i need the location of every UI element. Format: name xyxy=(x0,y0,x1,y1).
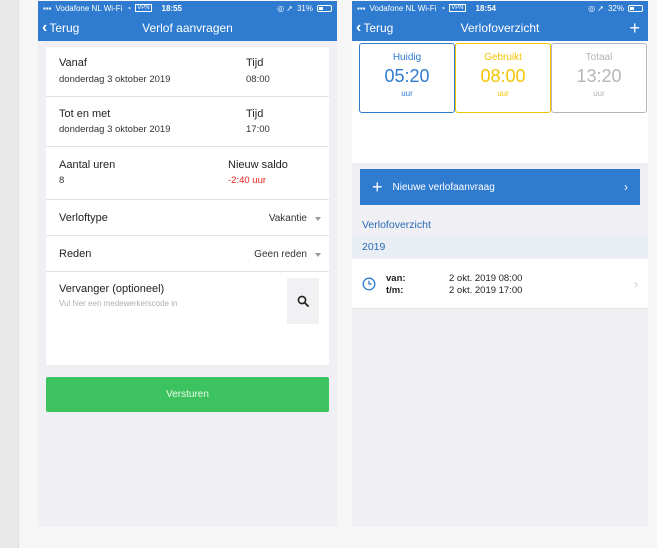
from-date: donderdag 3 oktober 2019 xyxy=(59,74,171,85)
back-label: Terug xyxy=(49,21,80,35)
year-header: 2019 xyxy=(352,236,648,258)
reason-value: Geen reden xyxy=(254,249,307,260)
counter-unit: uur xyxy=(497,89,509,98)
signal-icon: ▪▪▪ xyxy=(357,3,366,13)
from-value: 2 okt. 2019 08:00 xyxy=(449,273,523,284)
submit-button[interactable]: Versturen xyxy=(46,377,329,412)
leave-entry[interactable]: van: 2 okt. 2019 08:00 t/m: 2 okt. 2019 … xyxy=(352,259,648,309)
clock: 18:54 xyxy=(475,3,497,13)
substitute-label: Vervanger (optioneel) xyxy=(59,283,165,295)
hours-label: Aantal uren xyxy=(59,159,116,171)
caret-down-icon xyxy=(315,217,321,221)
signal-icon: ▪▪▪ xyxy=(43,3,52,13)
chevron-right-icon: › xyxy=(634,277,638,291)
counter-unit: uur xyxy=(593,89,605,98)
new-leave-request-label: Nieuwe verlofaanvraag xyxy=(392,181,495,193)
until-value: 2 okt. 2019 17:00 xyxy=(449,285,523,296)
page-title: Verlof aanvragen xyxy=(142,21,233,35)
leave-overview-screen: ▪▪▪ Vodafone NL Wi-Fi ◔ VPN 18:54 ◎ ➚ 32… xyxy=(352,1,648,527)
leave-type-select[interactable]: Verloftype Vakantie xyxy=(46,200,329,236)
counter-value: 08:00 xyxy=(480,66,526,86)
add-button[interactable]: + xyxy=(629,19,640,37)
leave-request-screen: ▪▪▪ Vodafone NL Wi-Fi ◔ VPN 18:55 ◎ ➚ 31… xyxy=(38,1,337,527)
back-label: Terug xyxy=(363,21,394,35)
reason-select[interactable]: Reden Geen reden xyxy=(46,236,329,272)
new-balance-value: -2:40 uur xyxy=(228,175,267,186)
caret-down-icon xyxy=(315,253,321,257)
section-title: Verlofoverzicht xyxy=(352,214,648,236)
until-label: Tot en met xyxy=(59,108,111,120)
new-balance-label: Nieuw saldo xyxy=(228,159,288,171)
hours-value: 8 xyxy=(59,175,65,186)
status-bar: ▪▪▪ Vodafone NL Wi-Fi ◔ VPN 18:55 ◎ ➚ 31… xyxy=(38,1,337,15)
counter-huidig: Huidig 05:20 uur xyxy=(359,43,455,113)
counter-totaal: Totaal 13:20 uur xyxy=(551,43,647,113)
from-row[interactable]: Vanaf donderdag 3 oktober 2019 Tijd 08:0… xyxy=(46,47,329,97)
leave-type-label: Verloftype xyxy=(59,212,108,224)
counter-gebruikt: Gebruikt 08:00 uur xyxy=(455,43,551,113)
counter-value: 13:20 xyxy=(576,66,622,86)
battery-percent: 32% xyxy=(607,3,624,13)
until-time: 17:00 xyxy=(246,124,270,135)
counter-value: 05:20 xyxy=(384,66,430,86)
substitute-row: Vervanger (optioneel) Vul hier een medew… xyxy=(46,272,329,332)
clock-icon xyxy=(362,277,376,291)
hours-row: Aantal uren 8 Nieuw saldo -2:40 uur xyxy=(46,147,329,200)
plus-icon: + xyxy=(372,177,383,197)
leave-type-value: Vakantie xyxy=(268,213,307,224)
back-button[interactable]: ‹ Terug xyxy=(42,20,79,36)
until-time-label: Tijd xyxy=(246,108,264,120)
chevron-left-icon: ‹ xyxy=(42,19,48,36)
location-icon: ◎ ➚ xyxy=(277,3,293,13)
until-row[interactable]: Tot en met donderdag 3 oktober 2019 Tijd… xyxy=(46,97,329,147)
from-time-label: Tijd xyxy=(246,57,264,69)
counter-unit: uur xyxy=(401,89,413,98)
search-button[interactable] xyxy=(287,278,319,324)
nav-bar: ‹ Terug Verlof aanvragen xyxy=(38,15,337,41)
reason-label: Reden xyxy=(59,248,92,260)
status-bar: ▪▪▪ Vodafone NL Wi-Fi ◔ VPN 18:54 ◎ ➚ 32… xyxy=(352,1,648,15)
counter-label: Huidig xyxy=(392,52,422,63)
from-label: van: xyxy=(386,273,406,284)
vpn-badge: VPN xyxy=(135,4,152,12)
until-date: donderdag 3 oktober 2019 xyxy=(59,124,171,135)
search-icon xyxy=(297,295,309,307)
counter-label: Gebruikt xyxy=(484,52,522,63)
from-time: 08:00 xyxy=(246,74,270,85)
until-label: t/m: xyxy=(386,285,404,296)
new-leave-request-button[interactable]: + Nieuwe verlofaanvraag › xyxy=(360,169,640,205)
battery-icon xyxy=(317,4,332,12)
counter-label: Totaal xyxy=(585,52,613,63)
chevron-left-icon: ‹ xyxy=(356,19,362,36)
battery-percent: 31% xyxy=(296,3,313,13)
page-title: Verlofoverzicht xyxy=(460,21,540,35)
leave-form: Vanaf donderdag 3 oktober 2019 Tijd 08:0… xyxy=(46,47,329,365)
wifi-icon: ◔ xyxy=(440,3,446,13)
nav-bar: ‹ Terug Verlofoverzicht + xyxy=(352,15,648,41)
chevron-right-icon: › xyxy=(624,180,628,194)
substitute-input[interactable]: Vul hier een medewerkerscode in xyxy=(59,299,177,308)
vpn-badge: VPN xyxy=(449,4,466,12)
carrier: Vodafone NL Wi-Fi xyxy=(369,3,437,13)
battery-icon xyxy=(628,4,643,12)
clock: 18:55 xyxy=(161,3,183,13)
back-button[interactable]: ‹ Terug xyxy=(356,20,393,36)
from-label: Vanaf xyxy=(59,57,87,69)
wifi-icon: ◔ xyxy=(126,3,132,13)
carrier: Vodafone NL Wi-Fi xyxy=(55,3,123,13)
location-icon: ◎ ➚ xyxy=(588,3,604,13)
